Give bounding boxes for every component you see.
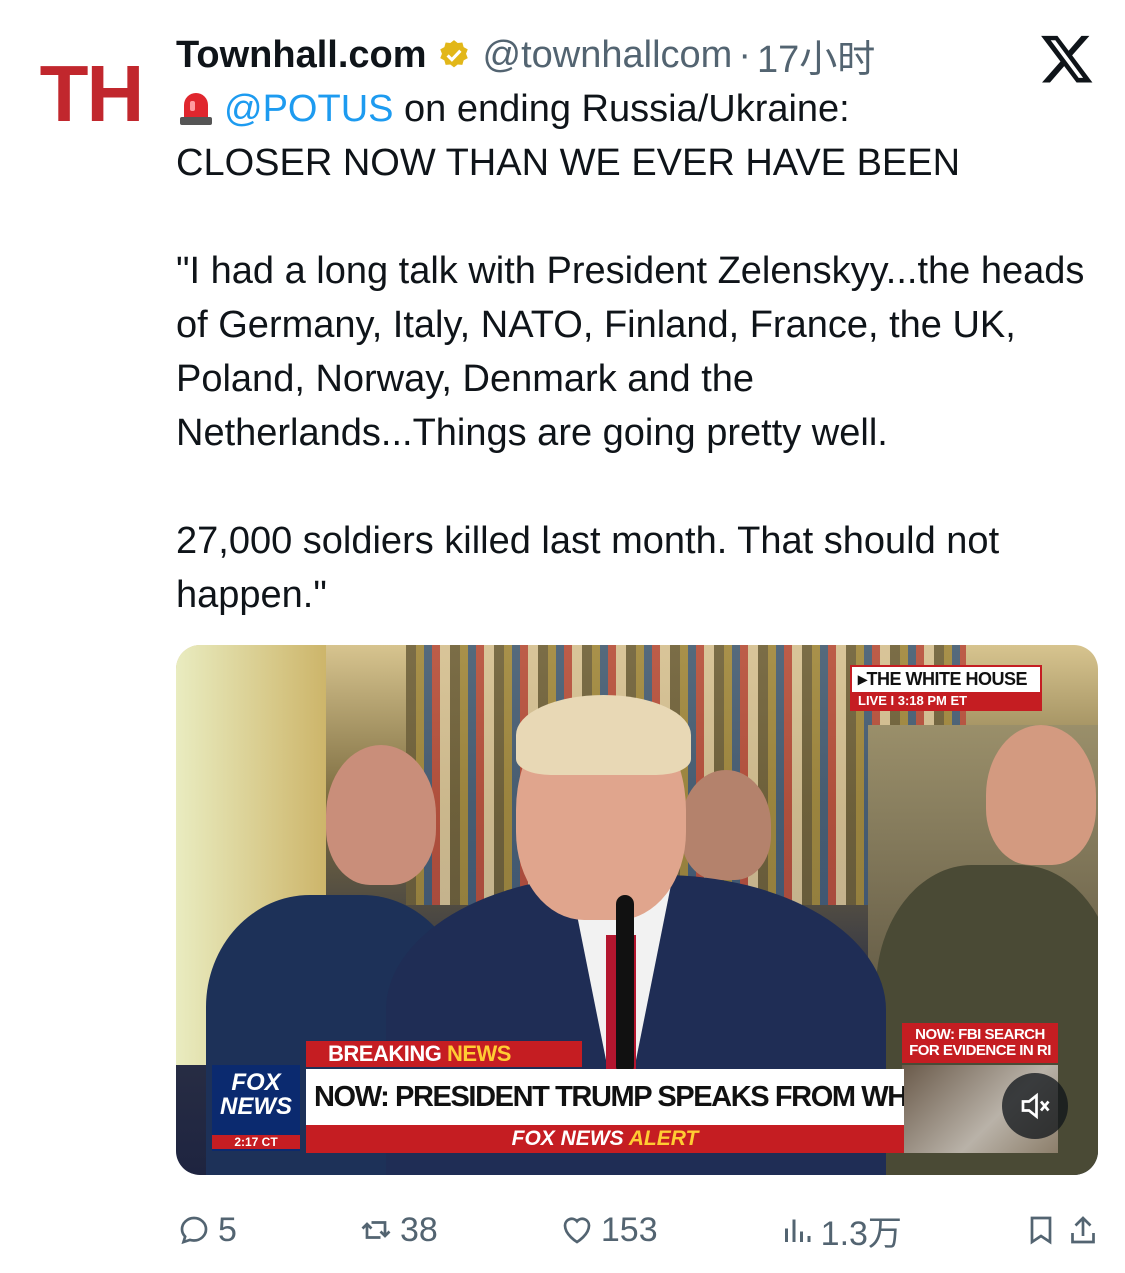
bookmark-share-group[interactable] bbox=[1023, 1212, 1101, 1248]
officer-middle-head bbox=[681, 770, 771, 880]
verified-badge-icon bbox=[439, 40, 468, 68]
speaker-hair bbox=[516, 695, 691, 775]
views-button[interactable]: 1.3万 bbox=[779, 1206, 902, 1255]
tweet-line1: on ending Russia/Ukraine: bbox=[393, 88, 850, 130]
fox-logo-line1: FOX bbox=[231, 1069, 281, 1096]
heart-icon bbox=[563, 1217, 591, 1244]
live-label: LIVE I 3:18 PM ET bbox=[852, 692, 1040, 709]
tweet-body: CLOSER NOW THAN WE EVER HAVE BEEN "I had… bbox=[176, 142, 1085, 616]
separator-dot: · bbox=[738, 33, 751, 76]
avatar-townhall[interactable]: TH bbox=[36, 49, 146, 138]
chyron-headline: NOW: PRESIDENT TRUMP SPEAKS FROM WHITE H… bbox=[306, 1069, 904, 1125]
post-time[interactable]: 17小时 bbox=[757, 28, 875, 83]
alert-prefix: FOX NEWS bbox=[511, 1127, 624, 1150]
like-button[interactable]: 153 bbox=[559, 1211, 658, 1250]
repost-count: 38 bbox=[399, 1210, 438, 1249]
breaking-label: BREAKING bbox=[328, 1041, 442, 1066]
like-count: 153 bbox=[600, 1210, 658, 1249]
author-handle[interactable]: @townhallcom bbox=[483, 34, 733, 77]
reply-count: 5 bbox=[218, 1210, 237, 1249]
reply-icon bbox=[180, 1216, 208, 1245]
microphone bbox=[616, 895, 634, 1075]
siren-emoji-icon bbox=[180, 93, 212, 125]
location-bug: ▸THE WHITE HOUSE LIVE I 3:18 PM ET bbox=[850, 665, 1042, 711]
breaking-news-label: NEWS bbox=[446, 1041, 512, 1066]
x-logo-icon bbox=[1041, 35, 1093, 83]
tweet-actions: 5 38 153 1.3万 bbox=[176, 1200, 1101, 1260]
breaking-news-banner: BREAKING NEWS bbox=[306, 1041, 582, 1067]
fox-logo-time: 2:17 CT bbox=[212, 1135, 300, 1149]
alert-word: ALERT bbox=[628, 1127, 699, 1150]
repost-button[interactable]: 38 bbox=[358, 1211, 438, 1250]
mention-potus[interactable]: @POTUS bbox=[224, 88, 393, 130]
officer-right-head bbox=[986, 725, 1096, 865]
repost-icon bbox=[361, 1221, 391, 1239]
officer-left-head bbox=[326, 745, 436, 885]
video-player[interactable]: ▸THE WHITE HOUSE LIVE I 3:18 PM ET NOW: … bbox=[176, 645, 1098, 1175]
bookmark-icon bbox=[1030, 1216, 1052, 1245]
mute-button[interactable] bbox=[1002, 1073, 1068, 1139]
tweet-header: Townhall.com @townhallcom · 17小时 bbox=[176, 28, 1085, 83]
side-story-label: NOW: FBI SEARCH FOR EVIDENCE IN RI bbox=[902, 1023, 1058, 1063]
views-chart-icon bbox=[784, 1219, 811, 1242]
view-count: 1.3万 bbox=[820, 1214, 902, 1253]
volume-muted-icon bbox=[1021, 1092, 1050, 1120]
location-label: ▸THE WHITE HOUSE bbox=[858, 669, 1028, 689]
fox-news-alert-bar: FOX NEWS ALERT bbox=[306, 1125, 904, 1153]
share-icon bbox=[1071, 1216, 1095, 1244]
fox-logo-line2: NEWS bbox=[220, 1093, 292, 1120]
reply-button[interactable]: 5 bbox=[176, 1211, 237, 1250]
tweet-text: @POTUS on ending Russia/Ukraine: CLOSER … bbox=[176, 82, 1106, 622]
author-name[interactable]: Townhall.com bbox=[176, 34, 427, 77]
